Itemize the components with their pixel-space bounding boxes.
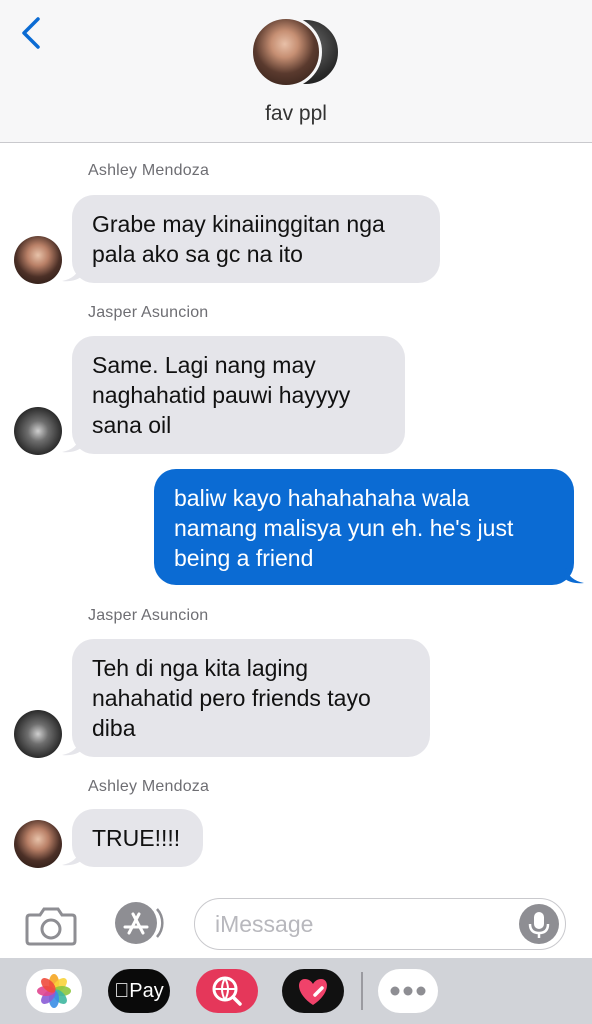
app-store-icon: [115, 902, 164, 944]
apple-pay-label: Pay: [121, 980, 163, 1002]
camera-button[interactable]: [24, 906, 78, 946]
bubble-tail: [62, 740, 82, 756]
digital-touch-app-button[interactable]: [282, 969, 344, 1013]
message-line: diba: [92, 715, 136, 741]
apple-icon: : [114, 980, 129, 1002]
bubble-tail: [62, 437, 82, 453]
chevron-left-icon: [22, 17, 40, 49]
app-store-button[interactable]: [112, 900, 166, 946]
sender-name: Ashley Mendoza: [88, 162, 210, 179]
heart-icon: [299, 979, 327, 1005]
back-button[interactable]: [18, 16, 48, 50]
sender-name: Jasper Asuncion: [88, 304, 209, 321]
message-line: Same. Lagi nang may: [92, 352, 316, 378]
message-bubble-incoming[interactable]: Teh di nga kita laging nahahatid pero fr…: [72, 639, 430, 757]
bubble-tail: [564, 568, 584, 584]
message-input[interactable]: [215, 907, 515, 941]
message-bubble-incoming[interactable]: Same. Lagi nang may naghahatid pauwi hay…: [72, 336, 405, 454]
group-avatar[interactable]: [250, 16, 346, 90]
bubble-tail: [62, 850, 82, 866]
photos-app-button[interactable]: [26, 969, 82, 1013]
message-line: Grabe may kinaiinggitan nga: [92, 211, 385, 237]
image-search-app-button[interactable]: [196, 969, 258, 1013]
search-globe-icon: [212, 976, 242, 1006]
photos-icon: [37, 974, 71, 1008]
message-line: namang malisya yun eh. he's just: [174, 515, 514, 541]
avatar[interactable]: [14, 820, 62, 868]
app-drawer: Pay: [0, 958, 592, 1024]
imessage-field[interactable]: [194, 898, 566, 950]
apple-pay-button[interactable]: Pay: [108, 969, 170, 1013]
message-composer: [0, 888, 592, 958]
drawer-divider: [361, 972, 363, 1010]
message-line: TRUE!!!!: [92, 825, 181, 851]
message-line: nahahatid pero friends tayo: [92, 685, 371, 711]
member-avatar-ashley: [250, 16, 322, 88]
microphone-button[interactable]: [519, 904, 559, 944]
message-line: baliw kayo hahahahaha wala: [174, 485, 470, 511]
avatar[interactable]: [14, 710, 62, 758]
message-line: sana oil: [92, 412, 172, 438]
sender-name: Jasper Asuncion: [88, 607, 209, 624]
message-bubble-outgoing[interactable]: baliw kayo hahahahaha wala namang malisy…: [154, 469, 574, 585]
message-line: being a friend: [174, 545, 314, 571]
group-title[interactable]: fav ppl: [0, 102, 592, 126]
message-line: naghahatid pauwi hayyyy: [92, 382, 351, 408]
bubble-tail: [62, 266, 82, 282]
message-line: pala ako sa gc na ito: [92, 241, 303, 267]
avatar[interactable]: [14, 407, 62, 455]
message-line: Teh di nga kita laging: [92, 655, 309, 681]
more-apps-button[interactable]: [378, 969, 438, 1013]
sender-name: Ashley Mendoza: [88, 778, 210, 795]
more-icon: [390, 986, 426, 996]
message-bubble-incoming[interactable]: Grabe may kinaiinggitan nga pala ako sa …: [72, 195, 440, 283]
conversation-header: fav ppl: [0, 0, 592, 143]
avatar[interactable]: [14, 236, 62, 284]
microphone-icon: [528, 912, 550, 938]
message-bubble-incoming[interactable]: TRUE!!!!: [72, 809, 203, 867]
camera-icon: [25, 907, 77, 946]
